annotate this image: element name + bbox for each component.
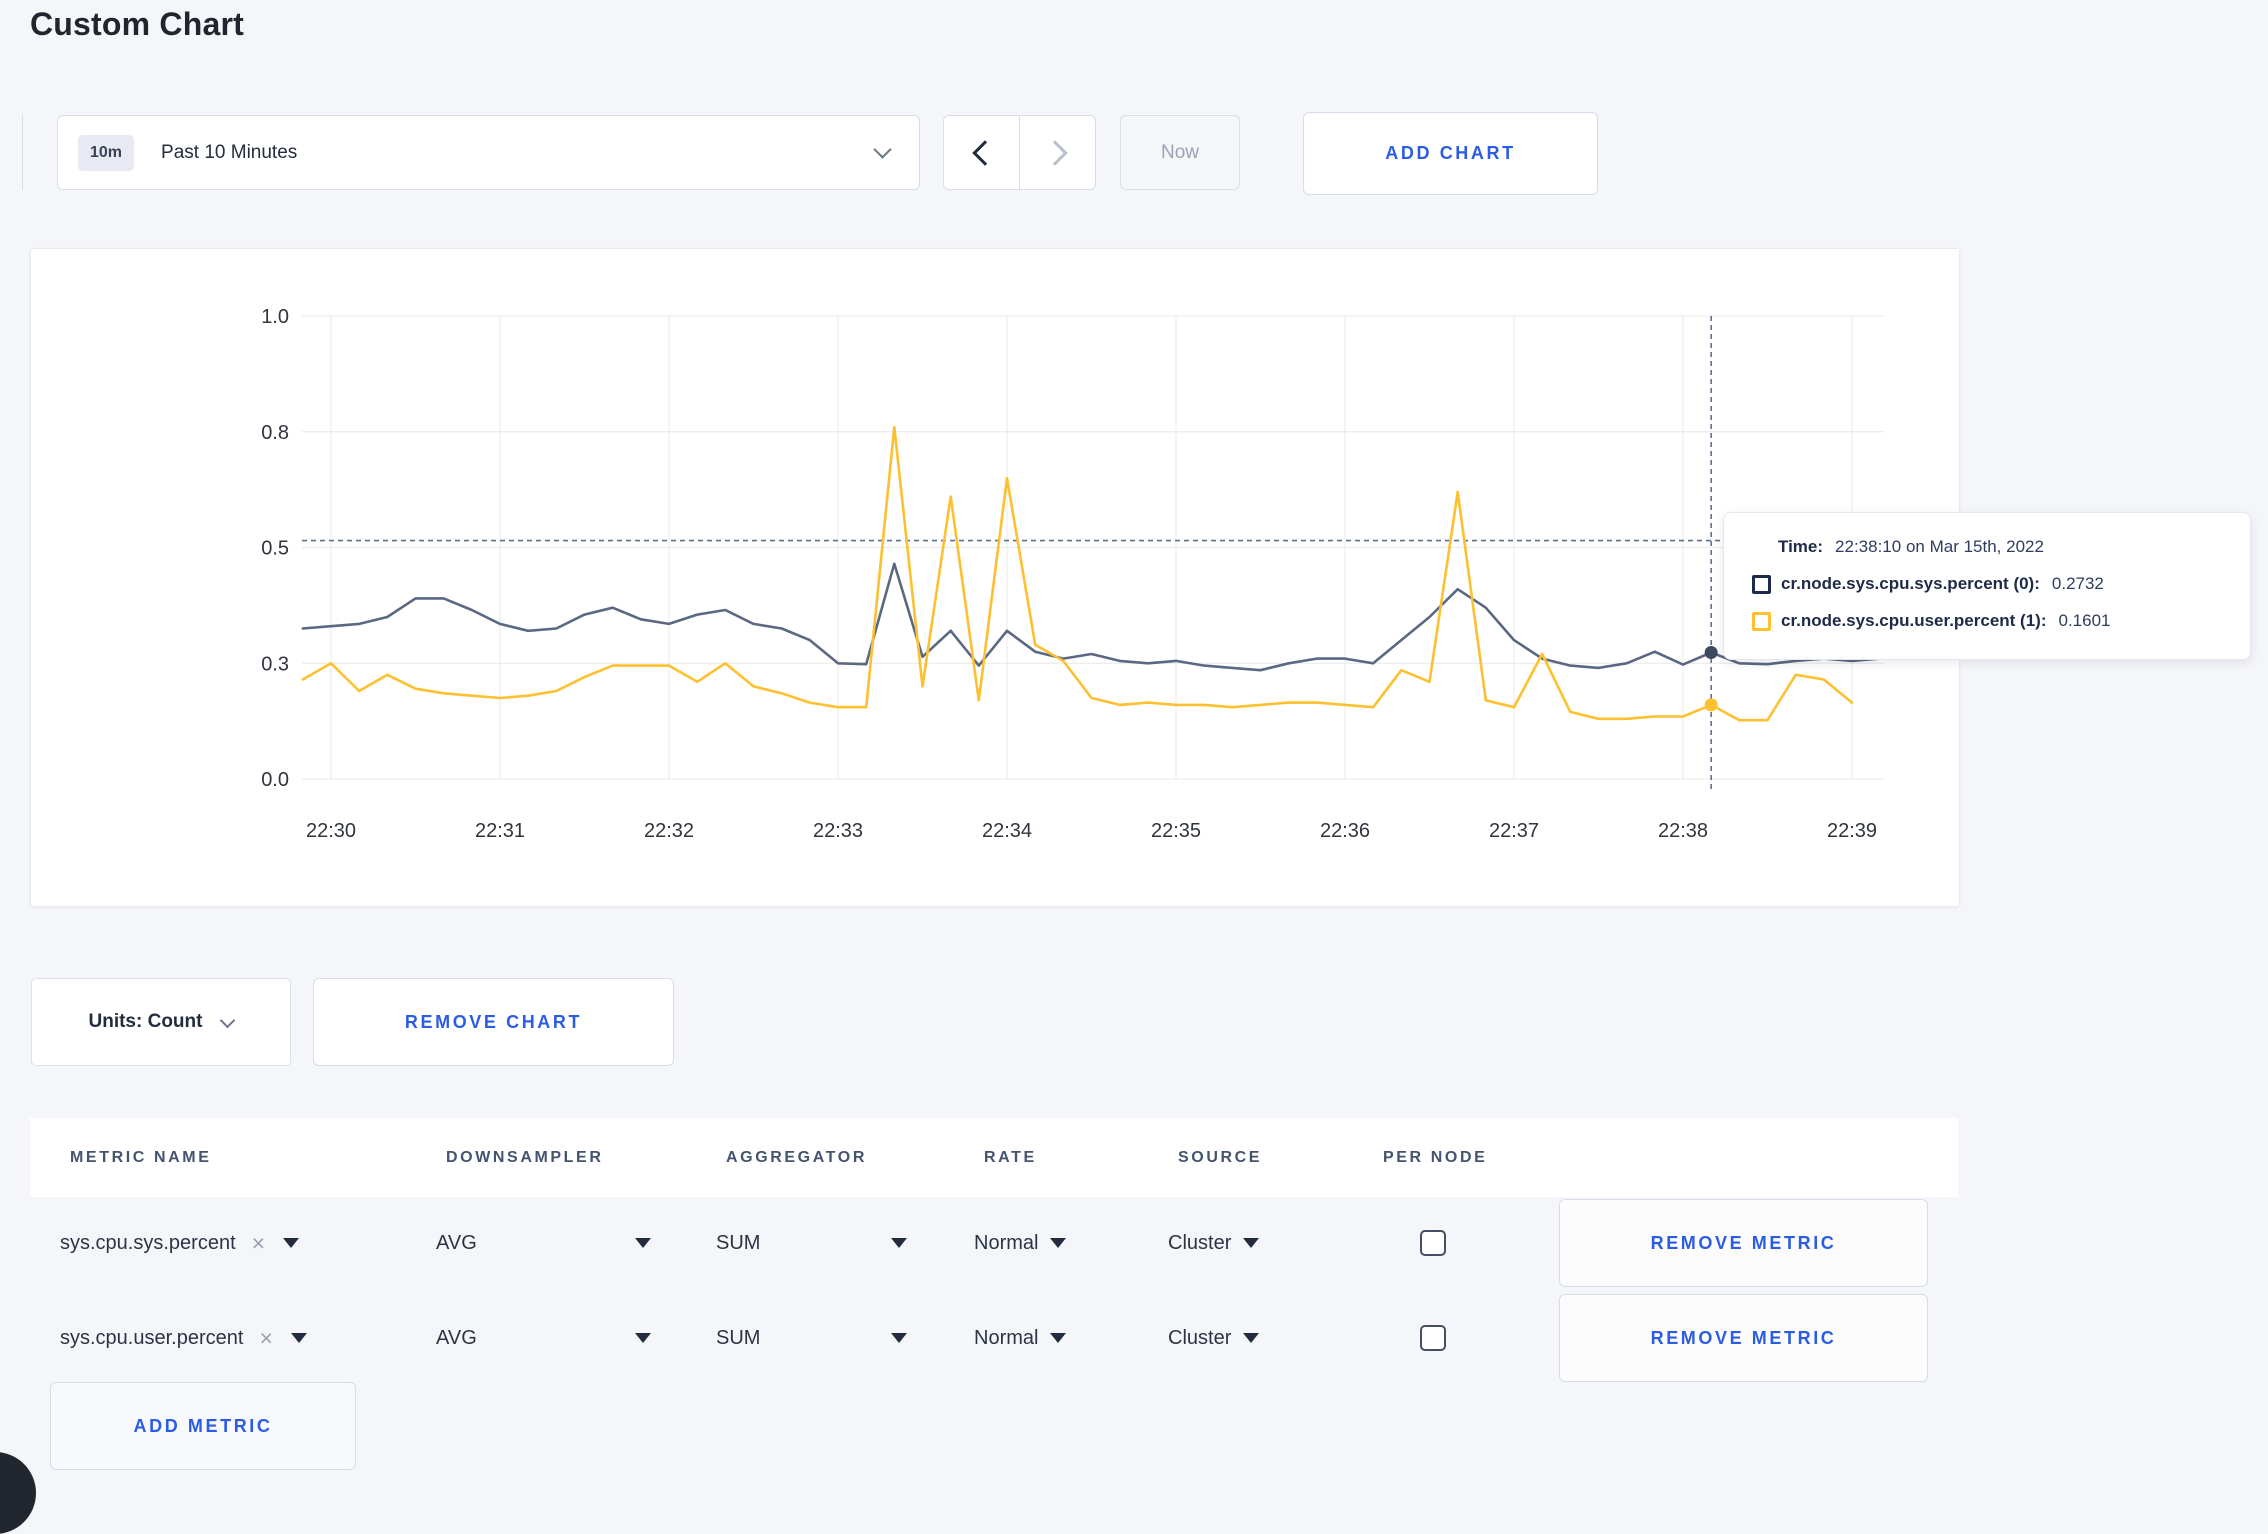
x-axis-tick-label: 22:37 (1489, 820, 1539, 842)
series-line-user (301, 425, 1854, 722)
caret-down-icon (290, 1333, 307, 1343)
x-axis-tick-label: 22:30 (306, 820, 356, 842)
per-node-checkbox[interactable] (1420, 1325, 1446, 1351)
source-select[interactable]: Cluster (1168, 1327, 1373, 1350)
tooltip-series-row: cr.node.sys.cpu.user.percent (1): 0.1601 (1752, 611, 2222, 631)
tooltip-series-label: cr.node.sys.cpu.user.percent (1): (1781, 611, 2047, 630)
add-metric-button[interactable]: ADD METRIC (50, 1382, 356, 1470)
chart-tooltip: Time: 22:38:10 on Mar 15th, 2022 cr.node.… (1723, 512, 2251, 660)
aggregator-value: SUM (716, 1231, 761, 1254)
x-axis-tick-label: 22:33 (813, 820, 863, 842)
hover-dot-user (1704, 698, 1718, 712)
downsampler-value: AVG (436, 1326, 477, 1349)
caret-down-icon (635, 1333, 651, 1343)
tooltip-series-value: 0.2732 (2051, 574, 2104, 593)
chevron-down-icon (220, 1012, 236, 1028)
rate-value: Normal (974, 1326, 1039, 1349)
metric-row: sys.cpu.sys.percent × AVG SUM Normal Clu… (30, 1197, 1958, 1289)
metric-name-value: sys.cpu.user.percent (60, 1326, 244, 1349)
x-axis-tick-label: 22:32 (644, 820, 694, 842)
metric-name-select[interactable]: sys.cpu.user.percent × (60, 1326, 436, 1350)
page-title: Custom Chart (30, 6, 244, 42)
tooltip-series-value: 0.1601 (2058, 611, 2111, 630)
time-range-dropdown[interactable]: 10m Past 10 Minutes (57, 115, 920, 190)
chart-plot-area[interactable]: 0.0 0.3 0.5 0.8 1.0 22:30 22:31 22:32 22:33 22:34… (31, 249, 1959, 906)
rate-select[interactable]: Normal (974, 1232, 1168, 1255)
now-button[interactable]: Now (1120, 115, 1240, 190)
x-axis-tick-label: 22:39 (1827, 820, 1877, 842)
caret-down-icon (1050, 1238, 1067, 1248)
column-header-downsampler: DOWNSAMPLER (446, 1148, 604, 1166)
toolbar-divider (22, 115, 23, 190)
per-node-checkbox[interactable] (1420, 1230, 1446, 1256)
source-value: Cluster (1168, 1326, 1232, 1349)
metrics-table-header: METRIC NAME DOWNSAMPLER AGGREGATOR RATE … (30, 1118, 1958, 1197)
units-dropdown[interactable]: Units: Count (31, 978, 291, 1066)
close-icon[interactable]: × (252, 1231, 265, 1255)
aggregator-select[interactable]: SUM (716, 1232, 974, 1255)
y-axis-tick-label: 0.8 (261, 422, 289, 444)
source-value: Cluster (1168, 1231, 1232, 1254)
x-axis-tick-label: 22:38 (1658, 820, 1708, 842)
caret-down-icon (1243, 1333, 1260, 1343)
metric-name-value: sys.cpu.sys.percent (60, 1231, 236, 1254)
units-label: Units: Count (88, 1011, 203, 1032)
prev-range-button[interactable] (944, 116, 1019, 189)
y-axis-tick-label: 0.5 (261, 538, 289, 560)
x-axis-tick-label: 22:36 (1320, 820, 1370, 842)
downsampler-value: AVG (436, 1231, 477, 1254)
time-nav-group (943, 115, 1096, 190)
y-axis-tick-label: 0.0 (261, 769, 289, 791)
column-header-rate: RATE (984, 1148, 1037, 1166)
rate-select[interactable]: Normal (974, 1327, 1168, 1350)
chart-card: 0.0 0.3 0.5 0.8 1.0 22:30 22:31 22:32 22:33 22:34… (30, 248, 1960, 907)
x-axis-tick-label: 22:35 (1151, 820, 1201, 842)
custom-chart-page: { "page": { "title": "Custom Chart", "ba… (0, 0, 2268, 1534)
column-header-source: SOURCE (1178, 1148, 1263, 1166)
caret-down-icon (891, 1238, 907, 1248)
column-header-metric-name: METRIC NAME (70, 1148, 212, 1166)
tooltip-time-row: Time: 22:38:10 on Mar 15th, 2022 (1778, 537, 2222, 557)
caret-down-icon (635, 1238, 651, 1248)
remove-metric-button[interactable]: REMOVE METRIC (1559, 1199, 1928, 1287)
close-icon[interactable]: × (259, 1326, 272, 1350)
add-chart-button[interactable]: ADD CHART (1303, 112, 1598, 195)
time-range-label: Past 10 Minutes (161, 141, 298, 163)
rate-value: Normal (974, 1231, 1039, 1254)
hover-dot-sys (1704, 646, 1718, 660)
y-axis-tick-label: 0.3 (261, 653, 289, 675)
remove-chart-button[interactable]: REMOVE CHART (313, 978, 674, 1066)
column-header-per-node: PER NODE (1383, 1148, 1488, 1166)
tooltip-time-value: 22:38:10 on Mar 15th, 2022 (1835, 537, 2044, 556)
y-axis-tick-label: 1.0 (261, 306, 289, 328)
series-user-swatch-icon (1752, 611, 1771, 631)
chevron-left-icon (971, 139, 998, 166)
caret-down-icon (1243, 1238, 1260, 1248)
next-range-button[interactable] (1019, 116, 1095, 189)
caret-down-icon (283, 1238, 300, 1248)
caret-down-icon (891, 1333, 907, 1343)
tooltip-time-label: Time: (1778, 537, 1824, 556)
x-axis-tick-label: 22:31 (475, 820, 525, 842)
chevron-right-icon (1041, 139, 1068, 166)
remove-metric-button[interactable]: REMOVE METRIC (1559, 1294, 1928, 1382)
x-axis-tick-label: 22:34 (982, 820, 1032, 842)
series-sys-swatch-icon (1752, 574, 1771, 594)
column-header-aggregator: AGGREGATOR (726, 1148, 867, 1166)
series-line-sys (301, 562, 1882, 672)
downsampler-select[interactable]: AVG (436, 1327, 716, 1350)
metric-name-select[interactable]: sys.cpu.sys.percent × (60, 1231, 436, 1255)
caret-down-icon (1050, 1333, 1067, 1343)
source-select[interactable]: Cluster (1168, 1232, 1373, 1255)
aggregator-select[interactable]: SUM (716, 1327, 974, 1350)
time-range-badge: 10m (78, 134, 135, 171)
downsampler-select[interactable]: AVG (436, 1232, 716, 1255)
tooltip-series-label: cr.node.sys.cpu.sys.percent (0): (1781, 574, 2040, 593)
metric-row: sys.cpu.user.percent × AVG SUM Normal Cl… (30, 1292, 1958, 1384)
corner-widget-fragment (0, 1452, 36, 1534)
aggregator-value: SUM (716, 1326, 761, 1349)
tooltip-series-row: cr.node.sys.cpu.sys.percent (0): 0.2732 (1752, 574, 2222, 594)
chevron-down-icon (873, 140, 892, 159)
